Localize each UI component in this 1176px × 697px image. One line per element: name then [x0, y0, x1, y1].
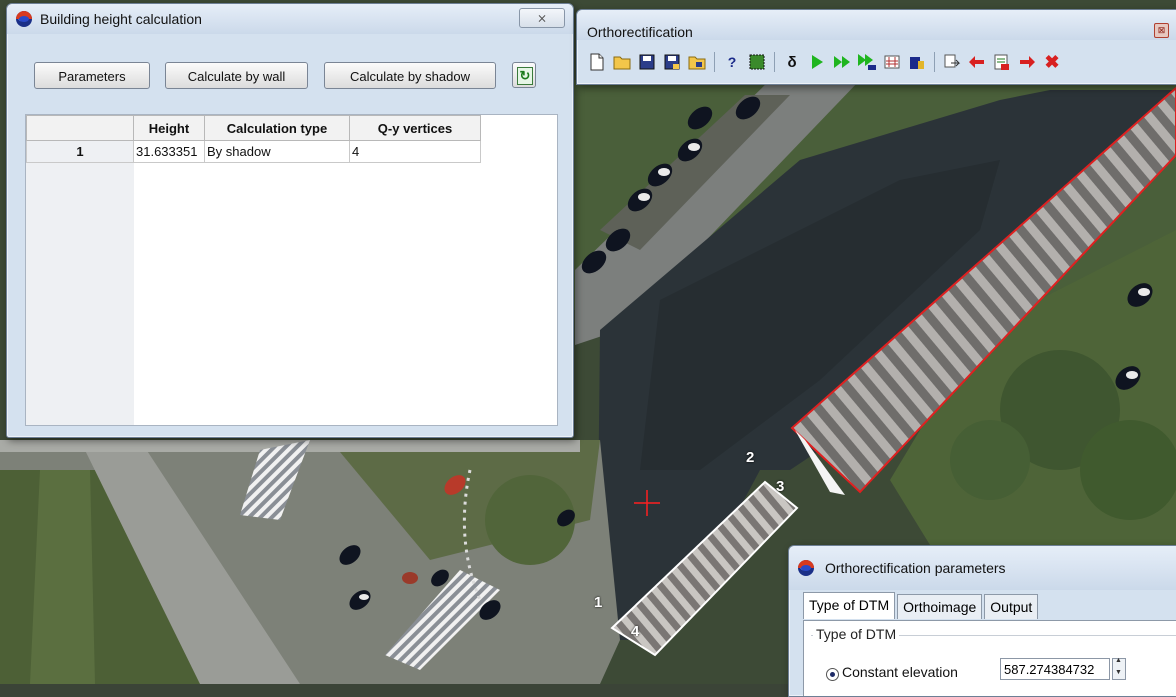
open-icon[interactable] — [612, 52, 632, 72]
fill-icon[interactable] — [747, 52, 767, 72]
window-title: Building height calculation — [40, 11, 202, 27]
arrow-right-icon[interactable] — [1017, 52, 1037, 72]
toolbar-separator — [774, 52, 775, 72]
results-table: Height Calculation type Q-y vertices 1 3… — [25, 114, 558, 426]
parameters-button[interactable]: Parameters — [34, 62, 150, 89]
calculate-by-shadow-button[interactable]: Calculate by shadow — [324, 62, 496, 89]
toolbar-separator — [714, 52, 715, 72]
corner-header[interactable] — [26, 115, 134, 141]
window-title: Orthorectification — [587, 24, 693, 40]
height-header[interactable]: Height — [133, 115, 205, 141]
window-title: Orthorectification parameters — [825, 560, 1006, 576]
help-icon[interactable]: ? — [722, 52, 742, 72]
constant-elevation-radio[interactable] — [826, 668, 839, 681]
refresh-icon: ↻ — [517, 67, 533, 85]
tab-output[interactable]: Output — [984, 594, 1039, 619]
multi-run-icon[interactable] — [857, 52, 877, 72]
tab-orthoimage[interactable]: Orthoimage — [897, 594, 983, 619]
toolbar: ? δ ✖ — [587, 50, 1062, 74]
app-icon — [798, 560, 814, 576]
vertex-label-3: 3 — [776, 478, 785, 495]
tab-bar: Type of DTM Orthoimage Output — [803, 592, 1040, 619]
vertices-header[interactable]: Q-y vertices — [349, 115, 481, 141]
new-icon[interactable] — [587, 52, 607, 72]
group-title: Type of DTM — [813, 626, 900, 642]
orthorectification-parameters-window: Orthorectification parameters Type of DT… — [788, 545, 1176, 697]
save-icon[interactable] — [637, 52, 657, 72]
calculate-by-wall-button[interactable]: Calculate by wall — [165, 62, 308, 89]
row-index[interactable]: 1 — [26, 140, 134, 163]
load-icon[interactable] — [687, 52, 707, 72]
table-header-row: Height Calculation type Q-y vertices — [26, 115, 481, 141]
delete-icon[interactable]: ✖ — [1042, 52, 1062, 72]
export-icon[interactable] — [942, 52, 962, 72]
calculation-type-cell[interactable]: By shadow — [204, 140, 350, 163]
title-bar[interactable]: Orthorectification parameters — [789, 546, 1176, 590]
fast-forward-icon[interactable] — [832, 52, 852, 72]
batch-icon[interactable] — [992, 52, 1012, 72]
constant-elevation-label[interactable]: Constant elevation — [842, 664, 958, 680]
close-button[interactable]: ⨯ — [519, 8, 565, 28]
save-as-icon[interactable] — [662, 52, 682, 72]
tab-type-of-dtm[interactable]: Type of DTM — [803, 592, 896, 619]
play-icon[interactable] — [807, 52, 827, 72]
vertices-cell[interactable]: 4 — [349, 140, 481, 163]
title-bar[interactable]: Building height calculation ⨯ — [7, 4, 573, 34]
arrow-left-icon[interactable] — [967, 52, 987, 72]
app-icon — [16, 11, 32, 27]
calculation-type-header[interactable]: Calculation type — [204, 115, 350, 141]
elevation-input[interactable]: 587.274384732 — [1000, 658, 1110, 680]
toolbar-separator — [934, 52, 935, 72]
settings-icon[interactable] — [882, 52, 902, 72]
orthorectification-window: Orthorectification ⊠ ? δ ✖ — [576, 9, 1176, 85]
vertex-label-2: 2 — [746, 449, 755, 466]
vertex-label-1: 1 — [594, 594, 603, 611]
table-row[interactable]: 1 31.633351 By shadow 4 — [26, 140, 481, 163]
refresh-button[interactable]: ↻ — [512, 62, 536, 88]
title-bar[interactable]: Orthorectification ⊠ — [577, 10, 1176, 40]
close-button[interactable]: ⊠ — [1154, 23, 1169, 38]
vertex-label-4: 4 — [631, 623, 640, 640]
elevation-spinner[interactable] — [1112, 657, 1126, 680]
delta-icon[interactable]: δ — [782, 52, 802, 72]
height-cell[interactable]: 31.633351 — [133, 140, 205, 163]
building-icon[interactable] — [907, 52, 927, 72]
building-height-window: Building height calculation ⨯ Parameters… — [6, 3, 574, 438]
